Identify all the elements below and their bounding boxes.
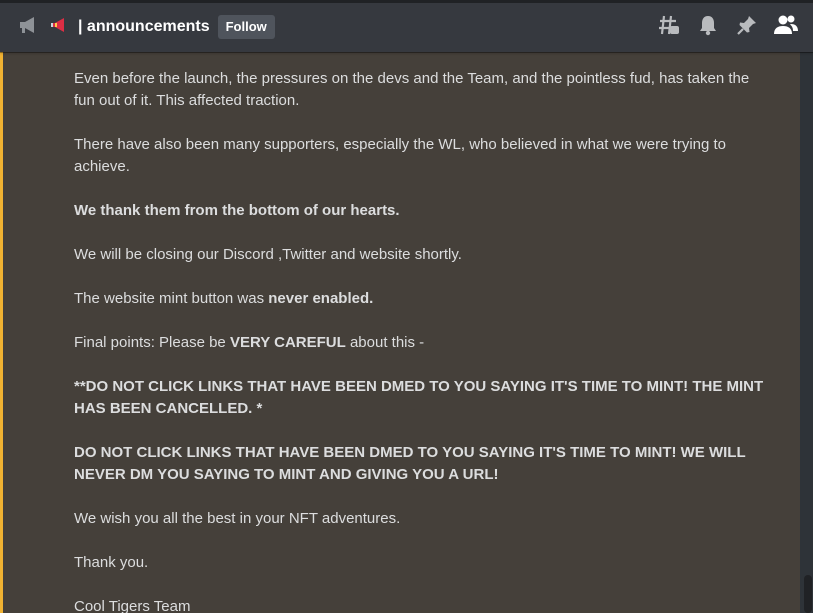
scrollbar-thumb[interactable] bbox=[804, 575, 812, 613]
channel-name: | announcements bbox=[78, 18, 210, 35]
channel-title-group: | announcements Follow bbox=[18, 14, 275, 40]
message-paragraph: **DO NOT CLICK LINKS THAT HAVE BEEN DMED… bbox=[74, 376, 764, 420]
text-run: Final points: Please be bbox=[74, 334, 230, 351]
message-content: Even before the launch, the pressures on… bbox=[74, 68, 764, 613]
window-top-edge bbox=[0, 0, 813, 3]
pin-icon bbox=[736, 14, 758, 41]
bold-text: **DO NOT CLICK LINKS THAT HAVE BEEN DMED… bbox=[74, 378, 764, 417]
bold-text: We thank them from the bottom of our hea… bbox=[74, 202, 400, 219]
threads-button[interactable] bbox=[656, 14, 682, 40]
notifications-button[interactable] bbox=[695, 14, 721, 40]
message-paragraph: Even before the launch, the pressures on… bbox=[74, 70, 750, 109]
follow-button[interactable]: Follow bbox=[217, 15, 275, 39]
bold-text: VERY CAREFUL bbox=[229, 334, 346, 351]
threads-icon bbox=[657, 13, 681, 42]
bell-icon bbox=[697, 14, 719, 41]
channel-header: | announcements Follow bbox=[0, 0, 813, 52]
message-paragraph: We wish you all the best in your NFT adv… bbox=[74, 510, 401, 527]
message-paragraph: We will be closing our Discord ,Twitter … bbox=[74, 246, 462, 263]
message-paragraph: There have also been many supporters, es… bbox=[74, 136, 727, 175]
message-paragraph: We thank them from the bottom of our hea… bbox=[74, 200, 764, 222]
bold-text: DO NOT CLICK LINKS THAT HAVE BEEN DMED T… bbox=[74, 444, 746, 483]
bold-text: never enabled. bbox=[268, 290, 374, 307]
scrollbar-track[interactable] bbox=[800, 52, 813, 613]
pinned-messages-button[interactable] bbox=[734, 14, 760, 40]
text-run: about this - bbox=[345, 334, 425, 351]
message-paragraph: Cool Tigers Team bbox=[74, 598, 191, 613]
megaphone-icon bbox=[18, 16, 40, 39]
announcement-emoji-icon bbox=[50, 17, 68, 38]
message-paragraph: Thank you. bbox=[74, 554, 149, 571]
member-list-button[interactable] bbox=[773, 14, 799, 40]
highlighted-message: Even before the launch, the pressures on… bbox=[0, 52, 800, 613]
message-paragraph: The website mint button was never enable… bbox=[74, 288, 764, 310]
message-paragraph: Final points: Please be VERY CAREFUL abo… bbox=[74, 332, 764, 354]
message-paragraph: DO NOT CLICK LINKS THAT HAVE BEEN DMED T… bbox=[74, 442, 764, 486]
members-icon bbox=[774, 14, 798, 41]
text-run: The website mint button was bbox=[74, 290, 269, 307]
